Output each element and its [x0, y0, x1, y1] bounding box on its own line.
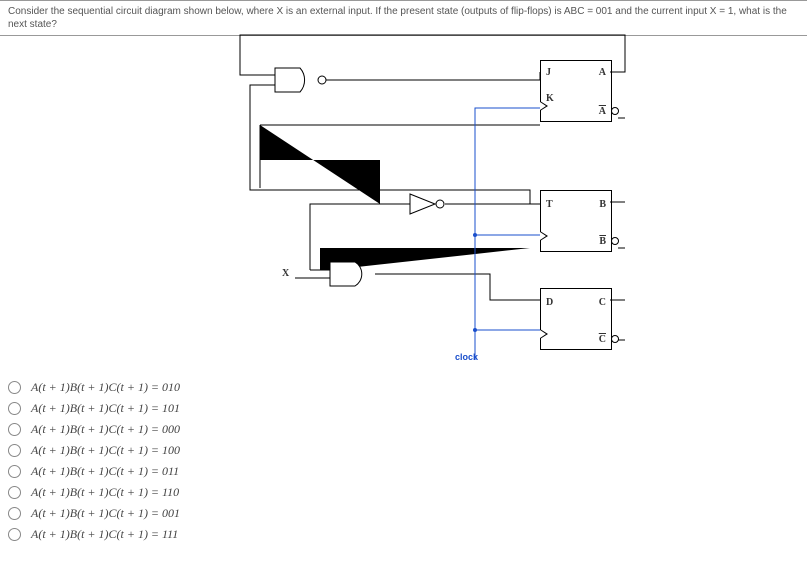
x-input-label: X — [282, 268, 289, 279]
option-label: A(t + 1)B(t + 1)C(t + 1) = 110 — [31, 485, 179, 500]
ff-c-qbar-label: C — [599, 334, 606, 345]
ff-a-q-label: A — [599, 67, 606, 78]
option-label: A(t + 1)B(t + 1)C(t + 1) = 100 — [31, 443, 180, 458]
option-label: A(t + 1)B(t + 1)C(t + 1) = 010 — [31, 380, 180, 395]
option-7[interactable]: A(t + 1)B(t + 1)C(t + 1) = 111 — [8, 527, 180, 542]
option-label: A(t + 1)B(t + 1)C(t + 1) = 011 — [31, 464, 179, 479]
radio-icon[interactable] — [8, 486, 21, 499]
option-label: A(t + 1)B(t + 1)C(t + 1) = 001 — [31, 506, 180, 521]
option-label: A(t + 1)B(t + 1)C(t + 1) = 111 — [31, 527, 178, 542]
ff-a-j-label: J — [546, 67, 551, 78]
option-6[interactable]: A(t + 1)B(t + 1)C(t + 1) = 001 — [8, 506, 180, 521]
flipflop-c: D C C — [540, 288, 612, 350]
ff-b-q-label: B — [599, 199, 606, 210]
radio-icon[interactable] — [8, 507, 21, 520]
option-label: A(t + 1)B(t + 1)C(t + 1) = 000 — [31, 422, 180, 437]
radio-icon[interactable] — [8, 465, 21, 478]
option-label: A(t + 1)B(t + 1)C(t + 1) = 101 — [31, 401, 180, 416]
ff-a-qbar-label: A — [599, 106, 606, 117]
radio-icon[interactable] — [8, 444, 21, 457]
option-4[interactable]: A(t + 1)B(t + 1)C(t + 1) = 011 — [8, 464, 180, 479]
ff-b-qbar-label: B — [599, 236, 606, 247]
answer-options: A(t + 1)B(t + 1)C(t + 1) = 010 A(t + 1)B… — [8, 380, 180, 548]
flipflop-a: J K A A — [540, 60, 612, 122]
option-5[interactable]: A(t + 1)B(t + 1)C(t + 1) = 110 — [8, 485, 180, 500]
option-2[interactable]: A(t + 1)B(t + 1)C(t + 1) = 000 — [8, 422, 180, 437]
radio-icon[interactable] — [8, 381, 21, 394]
ff-c-q-label: C — [599, 297, 606, 308]
radio-icon[interactable] — [8, 402, 21, 415]
option-0[interactable]: A(t + 1)B(t + 1)C(t + 1) = 010 — [8, 380, 180, 395]
clock-label: clock — [455, 352, 478, 362]
option-3[interactable]: A(t + 1)B(t + 1)C(t + 1) = 100 — [8, 443, 180, 458]
radio-icon[interactable] — [8, 423, 21, 436]
flipflop-b: T B B — [540, 190, 612, 252]
circuit-diagram: J K A A T B B D C C X clock — [230, 30, 630, 360]
ff-c-d-label: D — [546, 297, 553, 308]
ff-b-t-label: T — [546, 199, 553, 210]
radio-icon[interactable] — [8, 528, 21, 541]
option-1[interactable]: A(t + 1)B(t + 1)C(t + 1) = 101 — [8, 401, 180, 416]
